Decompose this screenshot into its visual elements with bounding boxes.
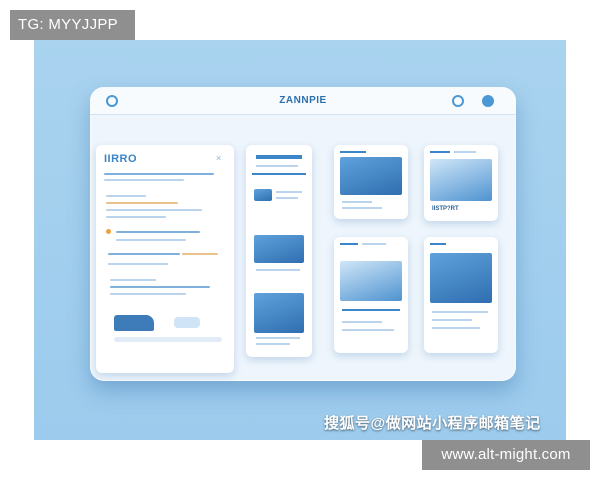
panel-title: IIRRO — [104, 153, 138, 165]
divider — [342, 309, 400, 311]
content-card[interactable]: IISTP?RT — [424, 145, 498, 221]
content-card[interactable] — [334, 145, 408, 219]
text-line — [432, 319, 472, 321]
bullet-dot — [106, 229, 111, 234]
settings-circle-icon[interactable] — [482, 95, 494, 107]
text-line — [182, 253, 218, 255]
check-circle-icon[interactable] — [452, 95, 464, 107]
content-card[interactable] — [334, 237, 408, 353]
text-line — [276, 197, 298, 199]
text-line — [108, 253, 180, 255]
card-image — [340, 157, 402, 195]
text-line — [342, 201, 372, 203]
text-line — [104, 179, 184, 181]
website-tag: www.alt-might.com — [422, 440, 590, 470]
text-line — [342, 321, 382, 323]
text-line — [256, 165, 298, 167]
left-form-panel: IIRRO × — [96, 145, 234, 373]
text-line — [108, 263, 168, 265]
text-line — [106, 202, 178, 204]
text-line — [110, 279, 156, 281]
thumbnail-image — [254, 189, 272, 201]
hero-image — [254, 293, 304, 333]
text-line — [342, 207, 382, 209]
panel-footer-bar — [114, 337, 222, 342]
text-line — [276, 191, 302, 193]
card-heading-bar — [430, 243, 446, 245]
text-line — [256, 337, 300, 339]
card-image — [430, 159, 492, 201]
text-line — [106, 195, 146, 197]
text-line — [110, 286, 210, 288]
text-line — [362, 243, 386, 245]
text-line — [342, 329, 394, 331]
text-line — [256, 269, 300, 271]
screenshot: ZANNPIE IIRRO × IISTP?RT 搜狐号@做网站小程序邮箱笔记 … — [0, 0, 600, 480]
column-heading-bar — [256, 155, 302, 159]
text-line — [432, 311, 488, 313]
text-line — [104, 173, 214, 175]
content-column-card — [246, 145, 312, 357]
text-line — [116, 231, 200, 233]
design-illustration: ZANNPIE IIRRO × IISTP?RT 搜狐号@做网站小程序邮箱笔记 — [34, 40, 566, 440]
card-image — [430, 253, 492, 303]
text-line — [116, 239, 186, 241]
card-image — [340, 261, 402, 301]
card-code: IISTP?RT — [432, 206, 459, 212]
channel-tag: TG: MYYJJPP — [10, 10, 135, 40]
text-line — [432, 327, 480, 329]
app-window-mockup: ZANNPIE IIRRO × IISTP?RT — [90, 87, 516, 381]
content-card[interactable] — [424, 237, 498, 353]
watermark: 搜狐号@做网站小程序邮箱笔记 — [324, 415, 541, 432]
close-icon[interactable]: × — [216, 153, 221, 163]
window-titlebar: ZANNPIE — [90, 87, 516, 115]
text-line — [106, 216, 166, 218]
text-line — [110, 293, 186, 295]
card-heading-bar — [340, 243, 358, 245]
thumbnail-image — [254, 235, 304, 263]
text-line — [256, 343, 290, 345]
panel-button[interactable] — [174, 317, 200, 328]
text-line — [454, 151, 476, 153]
card-heading-bar — [340, 151, 366, 153]
card-heading-bar — [430, 151, 450, 153]
text-line — [106, 209, 202, 211]
thumbnail-image — [114, 315, 154, 331]
divider — [252, 173, 306, 175]
